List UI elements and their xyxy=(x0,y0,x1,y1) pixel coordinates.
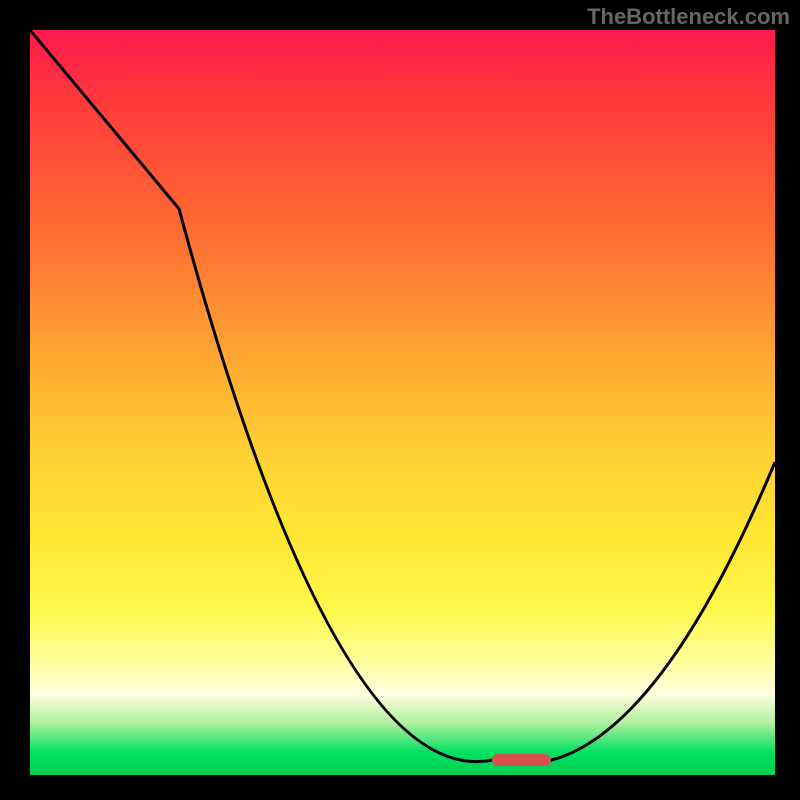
bottleneck-curve xyxy=(30,30,775,775)
optimal-range-marker xyxy=(492,754,552,766)
watermark-text: TheBottleneck.com xyxy=(587,4,790,30)
chart-plot-area xyxy=(30,30,775,775)
